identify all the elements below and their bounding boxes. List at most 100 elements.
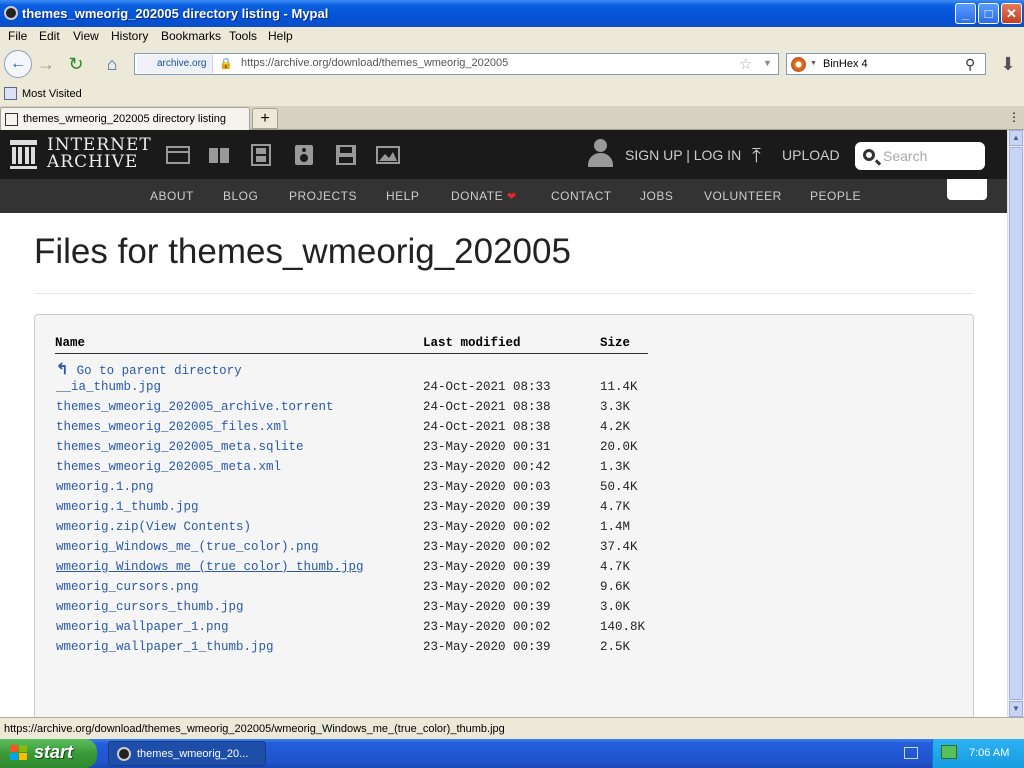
menu-file[interactable]: File	[8, 29, 27, 43]
file-size: 37.4K	[600, 540, 638, 554]
scroll-up-icon[interactable]: ▲	[1009, 130, 1023, 146]
nav-donate[interactable]: DONATE ❤	[451, 189, 517, 203]
nav-help[interactable]: HELP	[386, 189, 419, 203]
nav-jobs[interactable]: JOBS	[640, 189, 673, 203]
file-size: 11.4K	[600, 380, 638, 394]
file-link[interactable]: wmeorig_wallpaper_1_thumb.jpg	[56, 640, 274, 654]
file-size: 3.3K	[600, 400, 631, 414]
user-avatar-icon[interactable]	[588, 139, 613, 169]
file-link[interactable]: wmeorig_wallpaper_1.png	[56, 620, 229, 634]
file-link[interactable]: themes_wmeorig_202005_meta.sqlite	[56, 440, 304, 454]
maximize-button[interactable]: □	[978, 3, 999, 24]
file-link[interactable]: themes_wmeorig_202005_meta.xml	[56, 460, 281, 474]
ia-search-input[interactable]: Search	[855, 142, 985, 170]
page-content: INTERNET ARCHIVE SIGN UP | LOG IN ⤒ UPLO…	[0, 130, 1007, 717]
scrollbar-thumb[interactable]	[1009, 147, 1023, 700]
menu-tools[interactable]: Tools	[229, 29, 257, 43]
downloads-icon[interactable]: ⬇	[994, 51, 1022, 77]
menu-history[interactable]: History	[111, 29, 148, 43]
file-link[interactable]: wmeorig_Windows_me_(true_color)_thumb.jp…	[56, 560, 364, 574]
file-size: 4.7K	[600, 560, 631, 574]
nav-contact[interactable]: CONTACT	[551, 189, 612, 203]
search-query[interactable]: BinHex 4	[823, 58, 868, 70]
view-contents-link[interactable]: (View Contents)	[139, 520, 252, 534]
web-icon[interactable]	[166, 144, 190, 166]
search-icon[interactable]: ⚲	[965, 56, 975, 73]
tab-directory-listing[interactable]: themes_wmeorig_202005 directory listing	[0, 107, 250, 130]
video-icon[interactable]	[249, 144, 273, 166]
internet-archive-wordmark[interactable]: INTERNET ARCHIVE	[47, 137, 152, 171]
nav-projects[interactable]: PROJECTS	[289, 189, 357, 203]
table-row: wmeorig_cursors_thumb.jpg 23-May-2020 00:…	[35, 600, 975, 620]
file-modified: 23-May-2020 00:42	[423, 460, 551, 474]
list-all-tabs-icon[interactable]: ⋮⋮	[1008, 110, 1024, 124]
clock[interactable]: 7:06 AM	[969, 747, 1009, 759]
file-modified: 23-May-2020 00:02	[423, 580, 551, 594]
file-size: 4.7K	[600, 500, 631, 514]
reload-button[interactable]: ↻	[62, 51, 90, 77]
file-link[interactable]: wmeorig.1.png	[56, 480, 154, 494]
audio-icon[interactable]	[292, 144, 316, 166]
table-row: themes_wmeorig_202005_archive.torrent 24-…	[35, 400, 975, 420]
signup-login-link[interactable]: SIGN UP | LOG IN	[625, 147, 741, 163]
menu-edit[interactable]: Edit	[39, 29, 60, 43]
nav-blog[interactable]: BLOG	[223, 189, 258, 203]
window-title: themes_wmeorig_202005 directory listing …	[22, 6, 329, 21]
parent-directory-link[interactable]: ↰ Go to parent directory	[56, 360, 242, 379]
file-size: 1.3K	[600, 460, 631, 474]
back-button[interactable]: ←	[4, 50, 32, 78]
mypal-app-icon	[4, 6, 18, 20]
file-link[interactable]: themes_wmeorig_202005_archive.torrent	[56, 400, 334, 414]
address-bar[interactable]: archive.org 🔒 https://archive.org/downlo…	[134, 53, 779, 75]
window-titlebar[interactable]: themes_wmeorig_202005 directory listing …	[0, 0, 1024, 27]
most-visited-bookmark[interactable]: Most Visited	[22, 88, 82, 100]
table-row: wmeorig.zip (View Contents) 23-May-2020 0…	[35, 520, 975, 540]
site-identity[interactable]: archive.org	[137, 55, 214, 73]
search-engine-icon[interactable]	[791, 57, 806, 72]
file-size: 1.4M	[600, 520, 631, 534]
table-row: wmeorig_Windows_me_(true_color).png 23-Ma…	[35, 540, 975, 560]
file-link[interactable]: wmeorig_cursors.png	[56, 580, 199, 594]
close-button[interactable]: ✕	[1001, 3, 1022, 24]
file-link[interactable]: wmeorig_cursors_thumb.jpg	[56, 600, 244, 614]
nav-people[interactable]: PEOPLE	[810, 189, 861, 203]
software-icon[interactable]	[334, 144, 358, 166]
nav-about[interactable]: ABOUT	[150, 189, 194, 203]
texts-icon[interactable]	[207, 144, 231, 166]
menu-help[interactable]: Help	[268, 29, 293, 43]
file-link[interactable]: wmeorig.zip	[56, 520, 139, 534]
bookmark-star-icon[interactable]: ☆	[739, 55, 752, 73]
forward-button[interactable]: →	[32, 51, 60, 77]
file-link[interactable]: wmeorig.1_thumb.jpg	[56, 500, 199, 514]
engine-dropdown-icon[interactable]: ▼	[810, 60, 817, 67]
keyboard-icon[interactable]	[904, 747, 918, 759]
upload-link[interactable]: UPLOAD	[782, 147, 840, 163]
file-link[interactable]: __ia_thumb.jpg	[56, 380, 161, 394]
network-icon[interactable]	[941, 745, 957, 759]
file-link[interactable]: themes_wmeorig_202005_files.xml	[56, 420, 289, 434]
home-button[interactable]: ⌂	[98, 51, 126, 77]
nav-volunteer[interactable]: VOLUNTEER	[704, 189, 782, 203]
column-header-size: Size	[600, 336, 631, 350]
file-modified: 24-Oct-2021 08:33	[423, 380, 551, 394]
images-icon[interactable]	[376, 144, 400, 166]
menu-bookmarks[interactable]: Bookmarks	[161, 29, 221, 43]
menu-view[interactable]: View	[73, 29, 99, 43]
file-link[interactable]: wmeorig_Windows_me_(true_color).png	[56, 540, 319, 554]
search-bar[interactable]: ▼ BinHex 4 ⚲	[786, 53, 986, 75]
table-row: wmeorig_wallpaper_1_thumb.jpg 23-May-2020…	[35, 640, 975, 660]
scroll-down-icon[interactable]: ▼	[1009, 701, 1023, 717]
table-row: themes_wmeorig_202005_meta.sqlite 23-May-…	[35, 440, 975, 460]
upload-icon[interactable]: ⤒	[752, 145, 761, 168]
url-text[interactable]: https://archive.org/download/themes_wmeo…	[241, 57, 508, 69]
vertical-scrollbar[interactable]: ▲ ▼	[1007, 130, 1024, 717]
internet-archive-logo-icon[interactable]	[10, 140, 37, 169]
url-dropdown-icon[interactable]: ▼	[763, 58, 772, 68]
new-tab-button[interactable]: +	[252, 108, 278, 129]
column-header-modified: Last modified	[423, 336, 521, 350]
taskbar-window-item[interactable]: themes_wmeorig_20...	[108, 741, 266, 766]
wayback-tab[interactable]	[947, 179, 987, 200]
table-row: wmeorig.1.png 23-May-2020 00:03 50.4K	[35, 480, 975, 500]
start-button[interactable]: start	[0, 739, 97, 768]
minimize-button[interactable]: _	[955, 3, 976, 24]
